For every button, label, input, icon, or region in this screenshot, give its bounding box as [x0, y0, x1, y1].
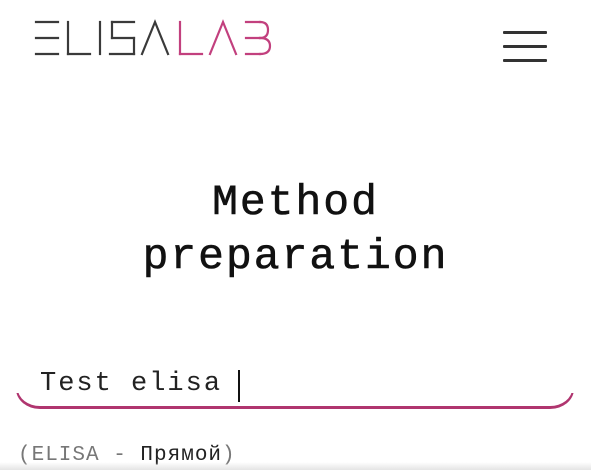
logo-letter-b	[244, 20, 272, 56]
search-input[interactable]	[16, 360, 574, 408]
page-title-line-1: Method	[212, 178, 379, 228]
elisalab-logo[interactable]: ELISALAB	[34, 14, 274, 64]
page-title: Method preparation	[0, 176, 591, 284]
menu-button[interactable]	[500, 28, 548, 66]
menu-bar-middle	[503, 45, 547, 48]
menu-bar-bottom	[503, 59, 547, 62]
search-result-item[interactable]: (ELISA - Прямой)	[18, 444, 578, 470]
logo-wordmark-icon	[34, 19, 272, 56]
logo-letter-a	[140, 19, 170, 56]
result-text-highlight: Прямой	[140, 444, 223, 467]
header: ELISALAB	[0, 0, 591, 80]
result-text-open: (ELISA -	[18, 444, 141, 467]
result-text-close: )	[222, 444, 236, 467]
menu-bar-top	[503, 31, 547, 34]
logo-letter-s	[108, 20, 136, 56]
logo-letter-l2	[178, 20, 204, 56]
text-cursor	[238, 370, 240, 402]
logo-letter-e	[34, 20, 60, 56]
page-title-line-2: preparation	[142, 232, 449, 282]
search-field	[16, 360, 574, 412]
logo-letter-a2	[208, 19, 238, 56]
logo-letter-l	[66, 20, 92, 56]
